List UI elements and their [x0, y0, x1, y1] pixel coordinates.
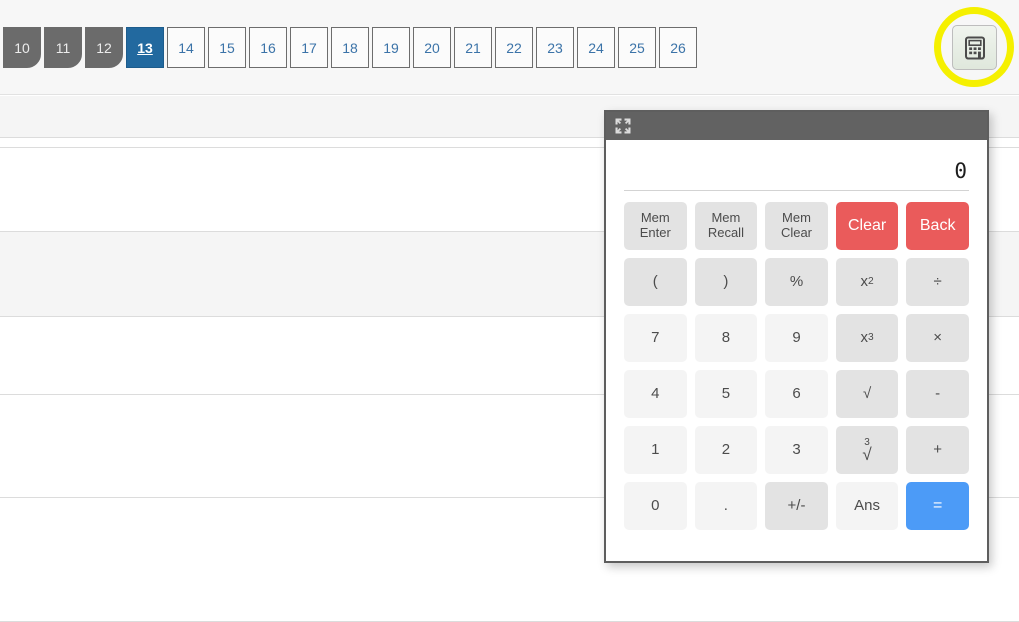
calc-key-)[interactable]: ) — [694, 258, 758, 306]
keypad-row: 1 2 3 3 √ + — [624, 426, 969, 474]
calc-key-mem-enter[interactable]: Mem Enter — [624, 202, 687, 250]
calc-key-mem-clear[interactable]: Mem Clear — [765, 202, 828, 250]
calc-key-([interactable]: ( — [624, 258, 687, 306]
calc-key-4[interactable]: 4 — [624, 370, 687, 418]
calculator-launcher-button[interactable] — [952, 25, 997, 70]
calc-key-÷[interactable]: ÷ — [906, 258, 969, 306]
calc-key-3[interactable]: 3 — [765, 426, 828, 474]
calc-key-+/-[interactable]: +/- — [765, 482, 828, 530]
keypad-row: ()% x 2 ÷ — [624, 258, 969, 306]
calculator-display[interactable]: 0 — [624, 150, 969, 191]
calc-key-7[interactable]: 7 — [624, 314, 687, 362]
page-button-16[interactable]: 16 — [249, 27, 287, 68]
calculator-titlebar[interactable] — [606, 112, 987, 140]
calc-key-9[interactable]: 9 — [765, 314, 828, 362]
keypad-row: Mem Enter Mem Recall Mem Clear Clear Back — [624, 202, 969, 250]
page-button-21[interactable]: 21 — [454, 27, 492, 68]
calc-key-ans[interactable]: Ans — [835, 482, 899, 530]
radical-sign: √ — [862, 444, 872, 464]
calculator-icon — [962, 35, 988, 61]
page-button-26[interactable]: 26 — [659, 27, 697, 68]
calculator-keypad: Mem Enter Mem Recall Mem Clear Clear Back ()%… — [624, 202, 969, 530]
calc-key-8[interactable]: 8 — [694, 314, 758, 362]
calculator-body: 0 Mem Enter Mem Recall Mem Clear Clear Back (… — [606, 140, 987, 552]
calc-key-2[interactable]: 2 — [694, 426, 758, 474]
page-button-22[interactable]: 22 — [495, 27, 533, 68]
page-button-15[interactable]: 15 — [208, 27, 246, 68]
top-toolbar: 10 11 12 13 14 15 16 17 18 19 20 21 22 23 24 25 26 — [0, 0, 1019, 95]
calc-key-x2[interactable]: x2 — [835, 258, 899, 306]
calc-key--[interactable]: - — [906, 370, 969, 418]
page-button-14[interactable]: 14 — [167, 27, 205, 68]
calc-key-clear[interactable]: Clear — [835, 202, 899, 250]
keypad-row: 7 8 9 x 3 × — [624, 314, 969, 362]
key-base: x — [860, 272, 868, 290]
expand-arrows-icon[interactable] — [615, 118, 631, 134]
calc-key-5[interactable]: 5 — [694, 370, 758, 418]
page-button-13[interactable]: 13 — [126, 27, 164, 68]
pagination[interactable]: 10 11 12 13 14 15 16 17 18 19 20 21 22 23 24 25 26 — [3, 27, 700, 68]
keypad-row: 0. +/- Ans = — [624, 482, 969, 530]
page-button-25[interactable]: 25 — [618, 27, 656, 68]
cube-root-glyph: 3 √ — [862, 437, 872, 464]
calculator-window[interactable]: 0 Mem Enter Mem Recall Mem Clear Clear Back (… — [604, 110, 989, 563]
calc-key-mem-recall[interactable]: Mem Recall — [694, 202, 758, 250]
page-button-11[interactable]: 11 — [44, 27, 82, 68]
calc-key-1[interactable]: 1 — [624, 426, 687, 474]
calc-key-.[interactable]: . — [694, 482, 758, 530]
calculator-display-value: 0 — [954, 159, 967, 183]
calc-key-×[interactable]: × — [906, 314, 969, 362]
calc-key-%[interactable]: % — [765, 258, 828, 306]
page-button-20[interactable]: 20 — [413, 27, 451, 68]
page-button-24[interactable]: 24 — [577, 27, 615, 68]
page-button-17[interactable]: 17 — [290, 27, 328, 68]
calc-key-0[interactable]: 0 — [624, 482, 687, 530]
keypad-row: 4 5 6 √ - — [624, 370, 969, 418]
calc-key-x3[interactable]: x3 — [835, 314, 899, 362]
page-button-18[interactable]: 18 — [331, 27, 369, 68]
page-button-19[interactable]: 19 — [372, 27, 410, 68]
calc-key-6[interactable]: 6 — [765, 370, 828, 418]
key-base: x — [860, 328, 868, 346]
page-button-12[interactable]: 12 — [85, 27, 123, 68]
page-button-10[interactable]: 10 — [3, 27, 41, 68]
calc-key-=[interactable]: = — [906, 482, 969, 530]
calc-key-√[interactable]: √ — [835, 370, 899, 418]
calc-key-+[interactable]: + — [906, 426, 969, 474]
page-button-23[interactable]: 23 — [536, 27, 574, 68]
calc-key-cbrt[interactable]: 3 √ — [835, 426, 899, 474]
calc-key-back[interactable]: Back — [906, 202, 969, 250]
